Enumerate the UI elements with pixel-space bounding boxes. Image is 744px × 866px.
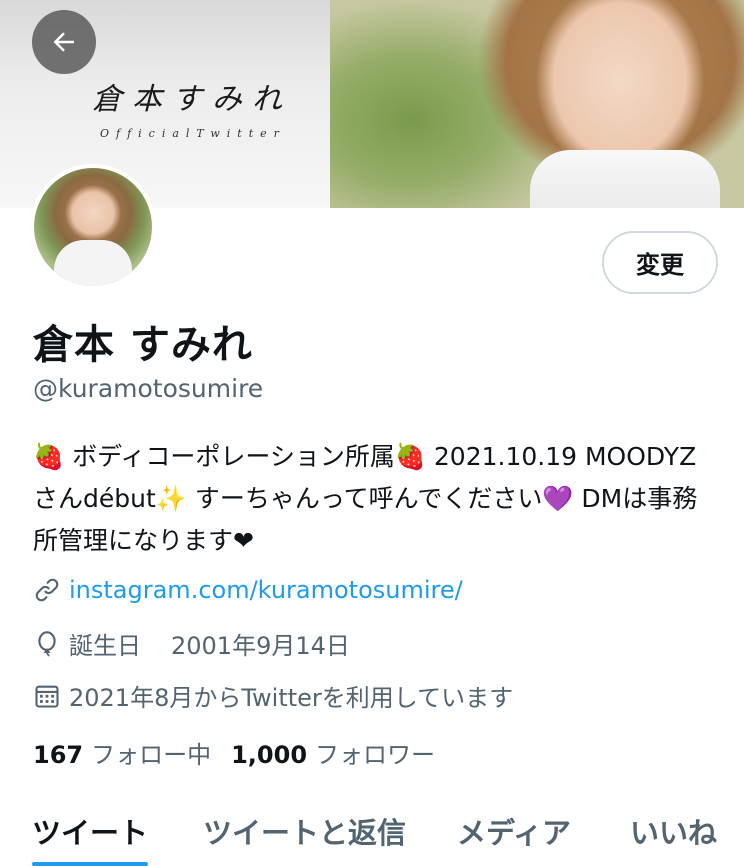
tab-tweets-and-replies[interactable]: ツイートと返信 <box>203 810 406 852</box>
arrow-left-icon <box>49 27 79 57</box>
birthday-row: 誕生日 2001年9月14日 <box>33 626 350 661</box>
link-icon <box>33 576 61 604</box>
following-stat[interactable]: 167 フォロー中 <box>33 735 211 770</box>
profile-link-row: instagram.com/kuramotosumire/ <box>33 576 463 604</box>
tab-likes[interactable]: いいね <box>630 810 717 852</box>
followers-count: 1,000 <box>231 741 308 769</box>
followers-stat[interactable]: 1,000 フォロワー <box>231 735 435 770</box>
profile-bio: 🍓 ボディコーポレーション所属🍓 2021.10.19 MOODYZさんdébu… <box>33 442 698 555</box>
joined-text: 2021年8月からTwitterを利用しています <box>69 684 514 712</box>
followers-label: フォロワー <box>315 741 436 769</box>
back-button[interactable] <box>32 10 96 74</box>
banner-subtitle: OfficialTwitter <box>100 127 286 140</box>
tab-media[interactable]: メディア <box>457 810 571 852</box>
tab-tweets[interactable]: ツイート <box>32 810 148 852</box>
profile-name: 倉本 すみれ <box>33 322 253 368</box>
active-tab-indicator <box>32 862 148 866</box>
banner-photo-detail <box>530 150 720 208</box>
profile-tabs: ツイート ツイートと返信 メディア いいね <box>0 800 744 866</box>
birthday-value: 2001年9月14日 <box>171 632 350 660</box>
joined-row: 2021年8月からTwitterを利用しています <box>33 678 513 713</box>
profile-handle: @kuramotosumire <box>33 374 264 403</box>
following-count: 167 <box>33 741 84 769</box>
avatar-photo-detail <box>54 240 132 286</box>
birthday-label: 誕生日 <box>69 632 141 660</box>
profile-link[interactable]: instagram.com/kuramotosumire/ <box>69 576 463 604</box>
avatar[interactable] <box>30 164 156 290</box>
banner-title: 倉本すみれ <box>92 82 292 117</box>
following-label: フォロー中 <box>91 741 212 769</box>
follow-stats: 167 フォロー中 1,000 フォロワー <box>33 735 455 770</box>
edit-profile-button[interactable]: 変更 <box>602 231 718 294</box>
balloon-icon <box>33 630 61 658</box>
calendar-icon <box>33 682 61 710</box>
